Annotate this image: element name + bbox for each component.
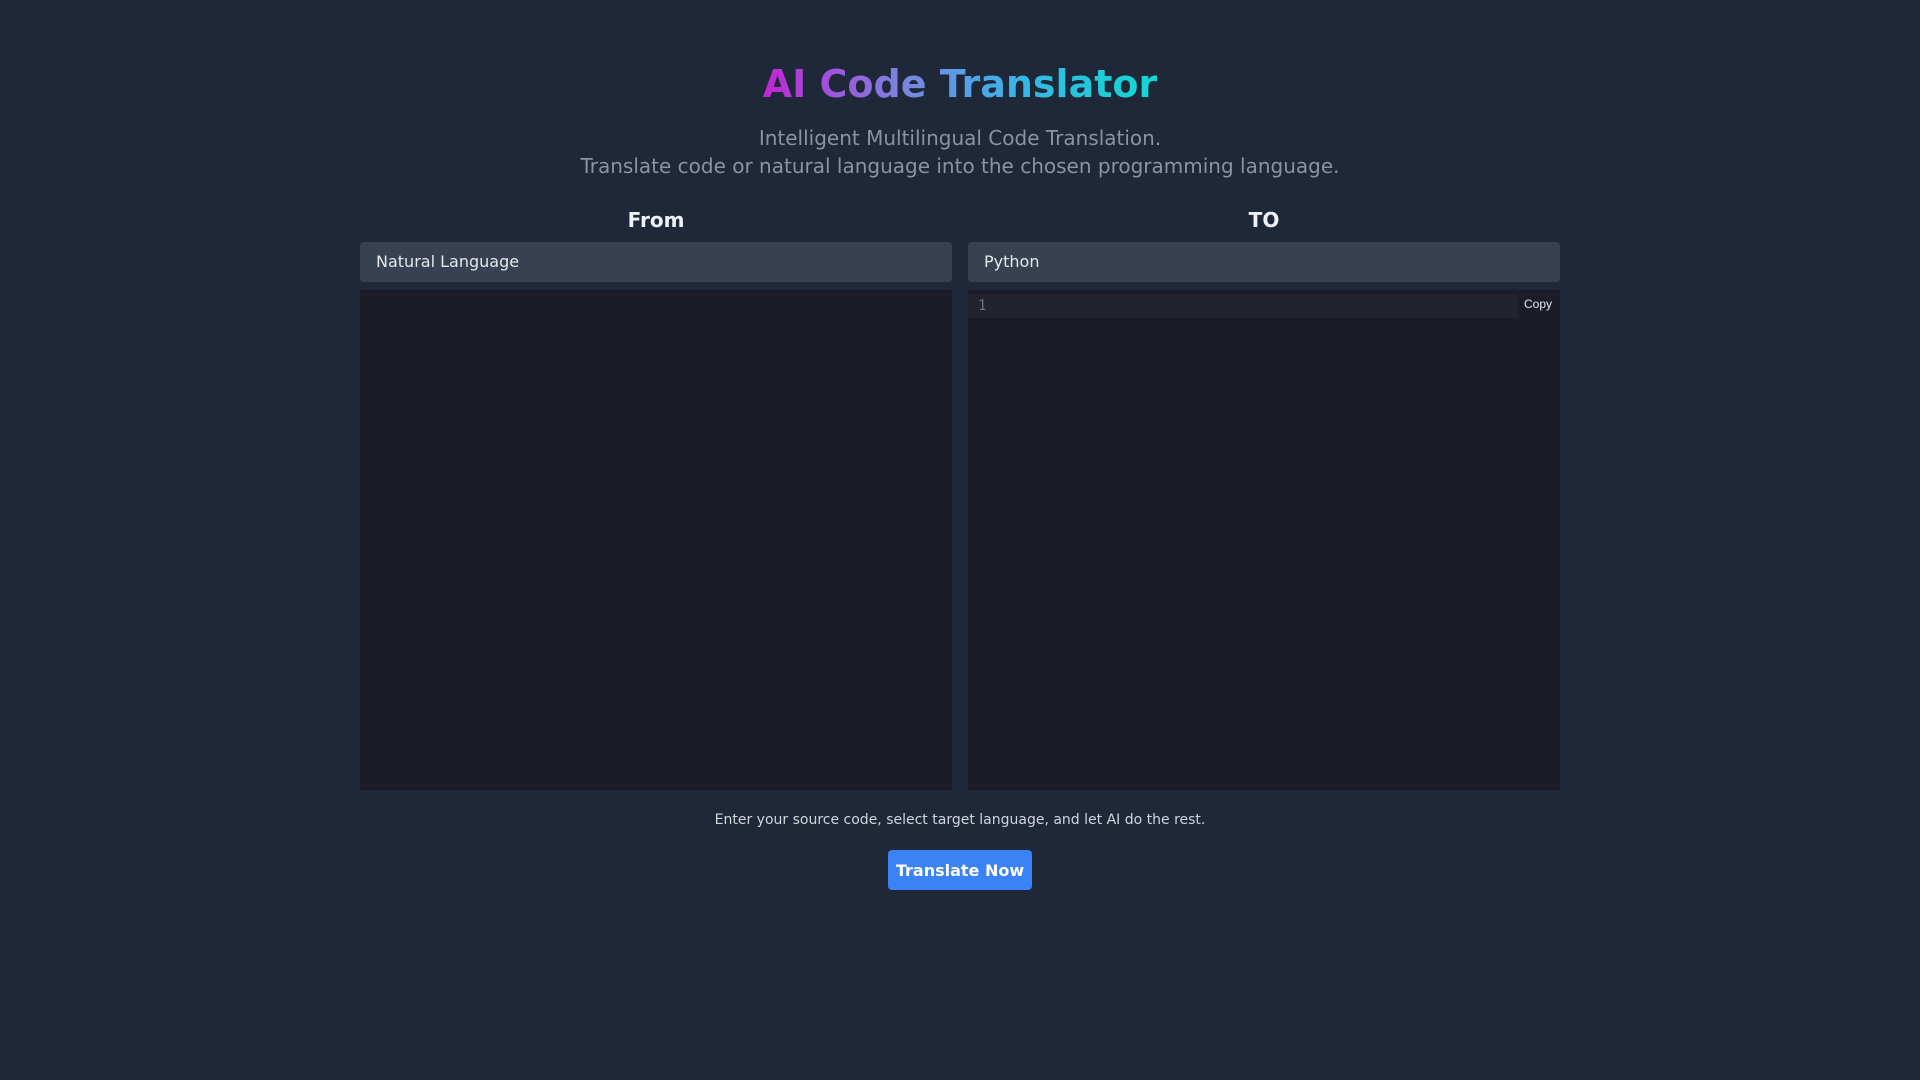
source-editor[interactable] [360, 290, 952, 790]
instructions-text: Enter your source code, select target la… [714, 812, 1206, 828]
line-number: 1 [978, 298, 987, 314]
app-page: AI Code Translator Intelligent Multiling… [0, 0, 1920, 1080]
source-language-select[interactable]: Natural Language [360, 242, 952, 282]
translate-now-button[interactable]: Translate Now [888, 850, 1032, 890]
target-label: TO [1248, 208, 1280, 232]
copy-button[interactable]: Copy [1519, 294, 1556, 314]
source-label: From [627, 208, 685, 232]
target-language-select[interactable]: Python [968, 242, 1560, 282]
page-subtitle: Intelligent Multilingual Code Translatio… [0, 124, 1920, 180]
page-title-text: AI Code Translator [762, 62, 1158, 106]
source-language-value: Natural Language [376, 252, 520, 271]
active-line-highlight [968, 294, 1518, 318]
target-language-value: Python [984, 252, 1040, 271]
subtitle-line-2: Translate code or natural language into … [580, 154, 1340, 178]
subtitle-line-1: Intelligent Multilingual Code Translatio… [758, 126, 1162, 150]
output-editor[interactable]: 1 Copy [968, 290, 1560, 790]
page-title: AI Code Translator [0, 56, 1920, 112]
